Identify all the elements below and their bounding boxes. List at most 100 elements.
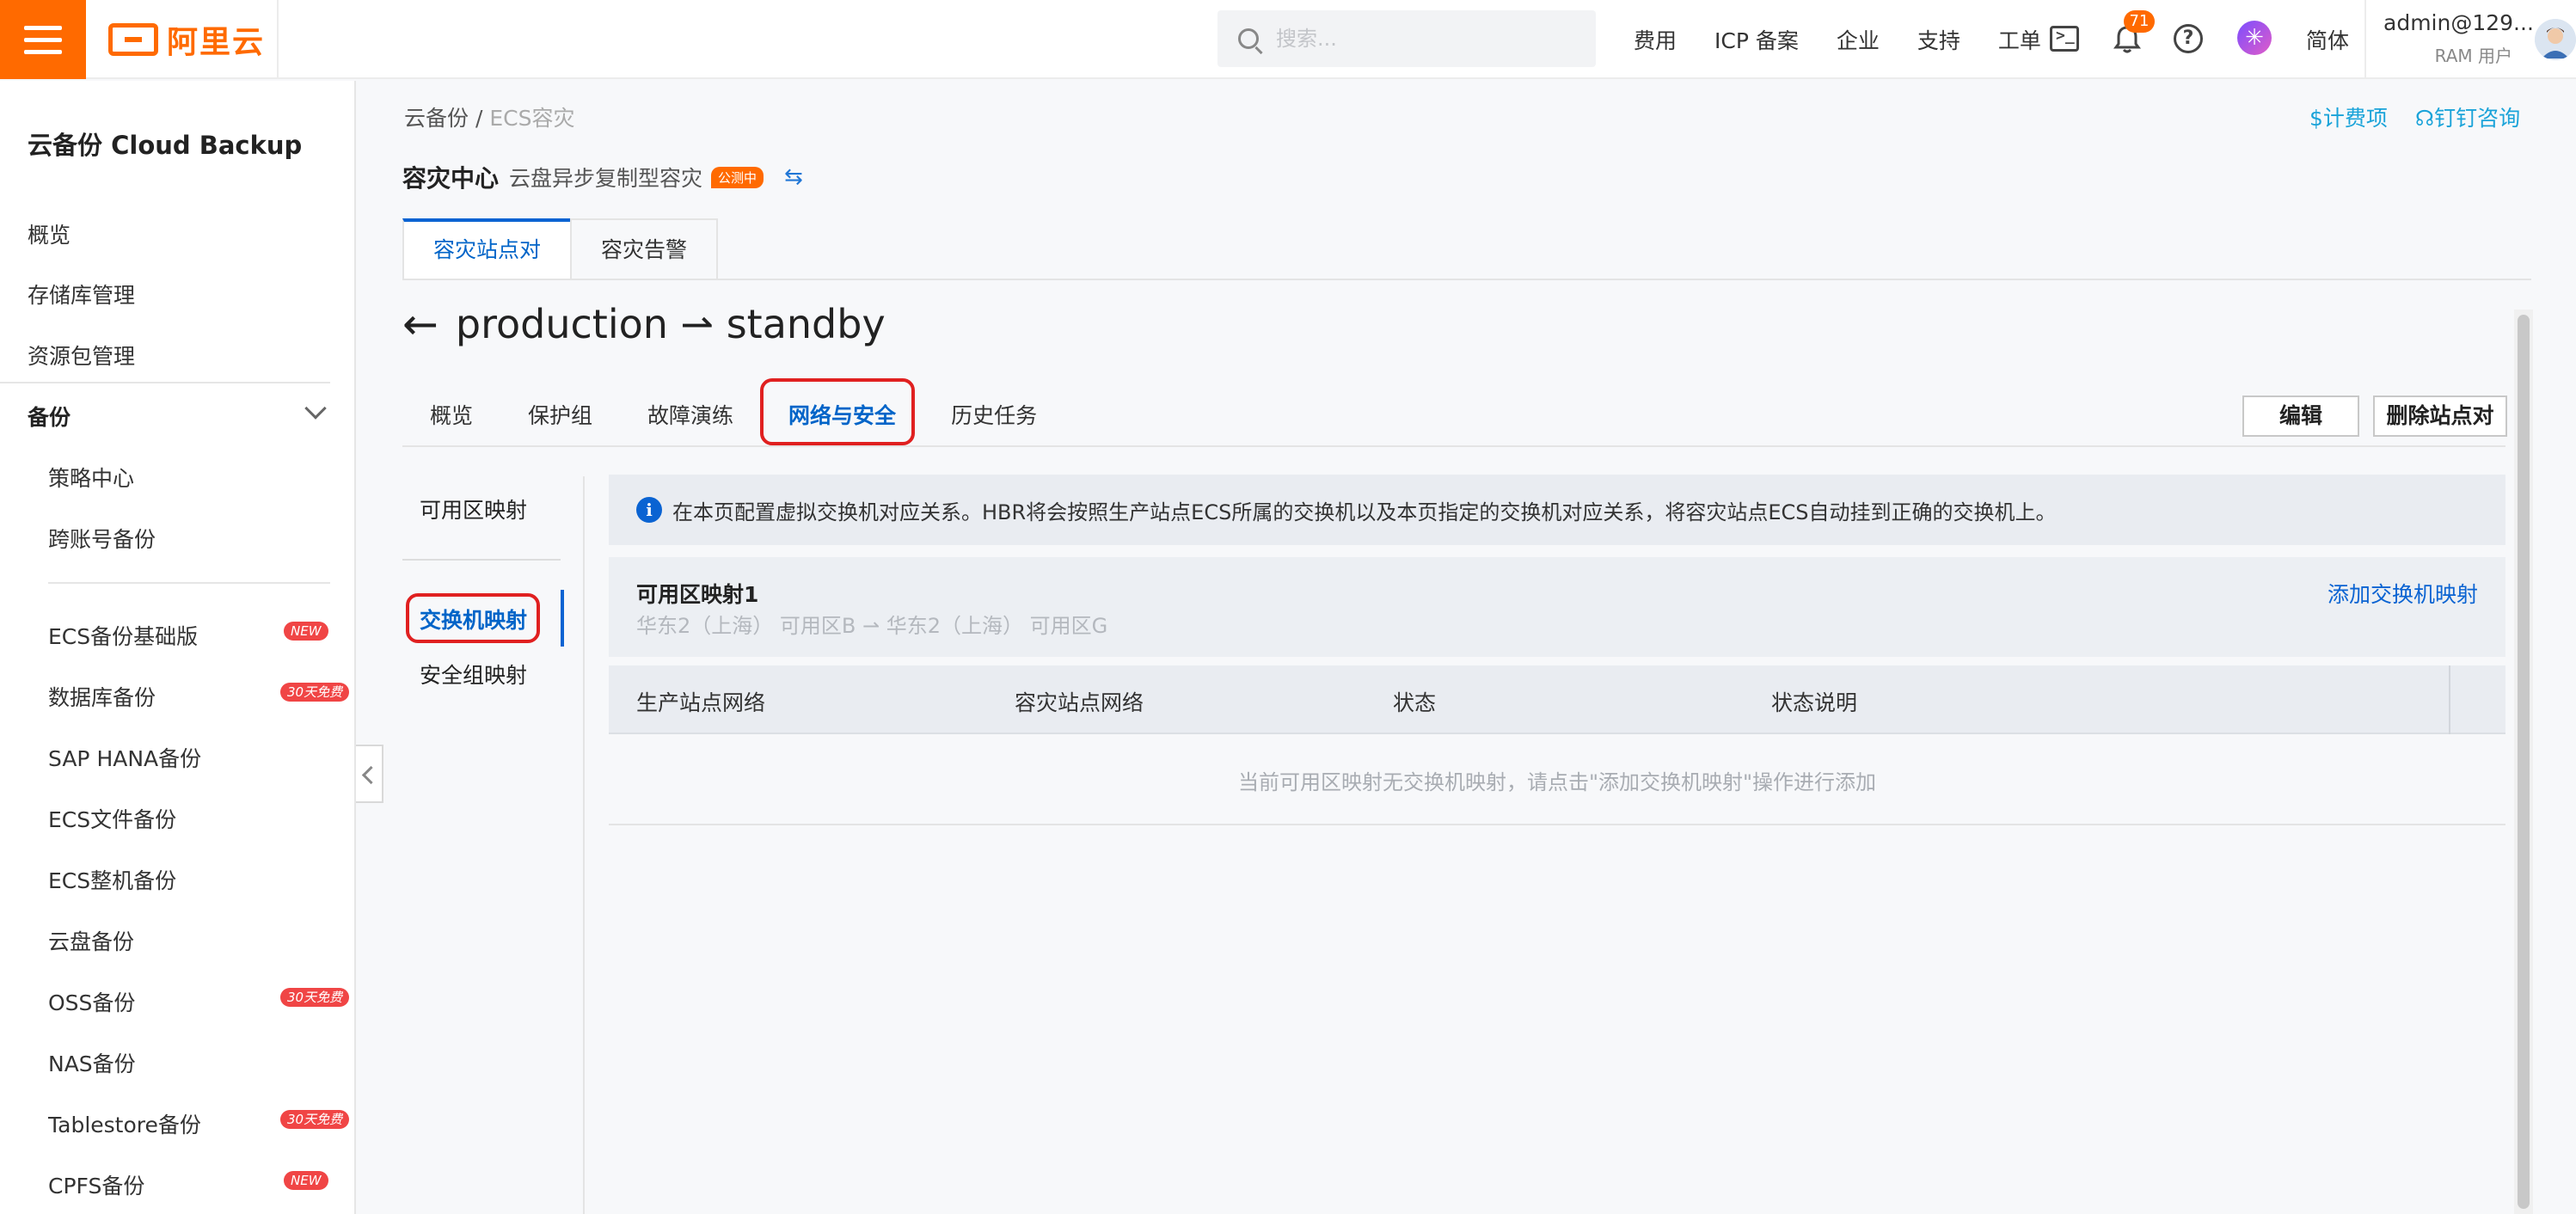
sidebar-item-sap-hana[interactable]: SAP HANA备份 (48, 742, 201, 773)
sidebar-title: 云备份 Cloud Backup (28, 131, 303, 160)
nav-billing[interactable]: 费用 (1634, 24, 1677, 55)
vswitch-mapping-table: 生产站点网络 容灾站点网络 状态 状态说明 当前可用区映射无交换机映射，请点击"… (609, 665, 2505, 825)
scrollbar-thumb[interactable] (2518, 315, 2530, 1209)
back-arrow-icon[interactable]: ← (402, 299, 439, 349)
nav-enterprise[interactable]: 企业 (1837, 24, 1880, 55)
new-tag: NEW (284, 622, 328, 641)
free-trial-tag: 30天免费 (280, 1110, 350, 1129)
dingtalk-link[interactable]: ☊钉钉咨询 (2415, 101, 2520, 132)
active-indicator (561, 590, 564, 647)
breadcrumb-root[interactable]: 云备份 (404, 106, 469, 131)
sidebar-item-policy[interactable]: 策略中心 (48, 462, 134, 493)
divider (402, 279, 2531, 280)
subnav-zone-mapping[interactable]: 可用区映射 (420, 494, 527, 524)
free-trial-tag: 30天免费 (280, 988, 350, 1007)
sidebar-item-resource-pack[interactable]: 资源包管理 (28, 340, 135, 371)
beta-badge: 公测中 (711, 166, 764, 188)
page-title: 容灾中心 (402, 164, 500, 193)
divider (48, 582, 330, 584)
sidebar-item-disk[interactable]: 云盘备份 (48, 925, 134, 956)
sidebar-item-tablestore[interactable]: Tablestore备份 (48, 1108, 201, 1139)
column-header: 容灾站点网络 (1015, 690, 1144, 715)
switch-icon[interactable]: ⇆ (784, 164, 803, 190)
highlight-annotation (406, 593, 540, 643)
tab-protection-groups[interactable]: 保护组 (500, 380, 620, 447)
center-tabs: 容灾站点对 容灾告警 (402, 218, 719, 280)
subnav-security-group-mapping[interactable]: 安全组映射 (420, 659, 527, 690)
chevron-down-icon[interactable] (304, 397, 327, 420)
divider (583, 476, 585, 1214)
tab-failover-drill[interactable]: 故障演练 (620, 380, 761, 447)
nav-tickets[interactable]: 工单 (1998, 24, 2041, 55)
top-nav: 费用 ICP 备案 企业 支持 工单 (1634, 0, 2079, 79)
sidebar-item-oss[interactable]: OSS备份 (48, 986, 135, 1017)
breadcrumb: 云备份 / ECS容灾 (404, 101, 574, 132)
language-switch[interactable]: 简体 (2306, 24, 2349, 55)
info-text: 在本页配置虚拟交换机对应关系。HBR将会按照生产站点ECS所属的交换机以及本页指… (672, 500, 2057, 524)
delete-site-pair-button[interactable]: 删除站点对 (2373, 395, 2507, 437)
column-settings-cell (2449, 665, 2505, 734)
help-icon[interactable]: ? (2174, 24, 2203, 53)
sidebar-item-ecs-basic[interactable]: ECS备份基础版 (48, 620, 198, 651)
edit-button[interactable]: 编辑 (2242, 395, 2359, 437)
search-icon (1238, 28, 1259, 49)
sidebar-item-ecs-instance[interactable]: ECS整机备份 (48, 864, 176, 895)
sidebar-collapse-handle[interactable] (356, 745, 383, 803)
headset-icon: ☊ (2414, 106, 2435, 131)
table-header: 生产站点网络 容灾站点网络 状态 状态说明 (609, 665, 2505, 734)
sidebar-item-overview[interactable]: 概览 (28, 218, 71, 249)
top-bar: 阿里云 费用 ICP 备案 企业 支持 工单 71 ? ✳ 简体 admin@1… (0, 0, 2576, 79)
hamburger-menu-icon[interactable] (0, 0, 86, 79)
sidebar-item-ecs-file[interactable]: ECS文件备份 (48, 803, 176, 834)
sidebar-group-backup[interactable]: 备份 (28, 401, 71, 432)
column-header: 状态 (1393, 690, 1437, 715)
divider (402, 445, 2505, 447)
page-header: 容灾中心 云盘异步复制型容灾 公测中 ⇆ (402, 160, 803, 194)
column-header: 状态说明 (1771, 690, 1858, 715)
search-box[interactable] (1217, 10, 1596, 67)
user-menu[interactable]: admin@129... RAM 用户 (2383, 10, 2534, 67)
sidebar-item-cross-account[interactable]: 跨账号备份 (48, 523, 156, 554)
tab-task-history[interactable]: 历史任务 (923, 380, 1064, 447)
free-trial-tag: 30天免费 (280, 683, 350, 702)
sidebar-item-vault[interactable]: 存储库管理 (28, 279, 135, 310)
tab-overview[interactable]: 概览 (402, 380, 500, 447)
site-pair-title: production ⇀ standby (455, 301, 886, 347)
zone-mapping-title: 可用区映射1 (636, 582, 759, 607)
sidebar-item-database[interactable]: 数据库备份 (48, 681, 156, 712)
tab-alerts[interactable]: 容灾告警 (570, 218, 719, 280)
billing-link[interactable]: $计费项 (2309, 101, 2388, 132)
breadcrumb-separator: / (469, 106, 490, 131)
site-pair-tabs: 概览 保护组 故障演练 网络与安全 历史任务 (402, 380, 1064, 447)
sidebar-item-nas[interactable]: NAS备份 (48, 1047, 136, 1078)
info-banner: i 在本页配置虚拟交换机对应关系。HBR将会按照生产站点ECS所属的交换机以及本… (609, 475, 2505, 545)
terminal-icon[interactable] (2050, 26, 2079, 52)
zone-mapping-card: 可用区映射1 华东2（上海） 可用区B ⇀ 华东2（上海） 可用区G 添加交换机… (609, 557, 2505, 657)
add-vswitch-mapping-link[interactable]: 添加交换机映射 (2328, 578, 2478, 609)
new-tag: NEW (284, 1171, 328, 1190)
nav-icp[interactable]: ICP 备案 (1714, 24, 1799, 55)
nav-support[interactable]: 支持 (1917, 24, 1960, 55)
site-pair-header: ← production ⇀ standby (402, 299, 886, 349)
avatar[interactable] (2535, 19, 2576, 60)
divider (402, 559, 561, 561)
sidebar: 云备份 Cloud Backup 概览 存储库管理 资源包管理 备份 策略中心 … (0, 81, 356, 1214)
page-subtitle: 云盘异步复制型容灾 (509, 166, 703, 191)
ai-assistant-icon[interactable]: ✳ (2237, 21, 2272, 55)
aliyun-logo-icon (108, 23, 158, 56)
table-body: 当前可用区映射无交换机映射，请点击"添加交换机映射"操作进行添加 (609, 734, 2505, 825)
notification-badge: 71 (2124, 10, 2155, 33)
search-input[interactable] (1276, 27, 1568, 51)
info-icon: i (636, 497, 662, 523)
empty-state-text: 当前可用区映射无交换机映射，请点击"添加交换机映射"操作进行添加 (1237, 770, 1877, 794)
user-role: RAM 用户 (2434, 46, 2512, 66)
sidebar-item-cpfs[interactable]: CPFS备份 (48, 1169, 144, 1200)
dollar-icon: $ (2309, 106, 2323, 131)
divider (2364, 0, 2366, 79)
divider (0, 382, 330, 383)
aliyun-logo[interactable]: 阿里云 (108, 19, 265, 60)
user-name: admin@129... (2383, 10, 2534, 35)
breadcrumb-current: ECS容灾 (489, 106, 575, 131)
tab-site-pairs[interactable]: 容灾站点对 (402, 218, 573, 280)
top-links: $计费项 ☊钉钉咨询 (2309, 101, 2520, 132)
